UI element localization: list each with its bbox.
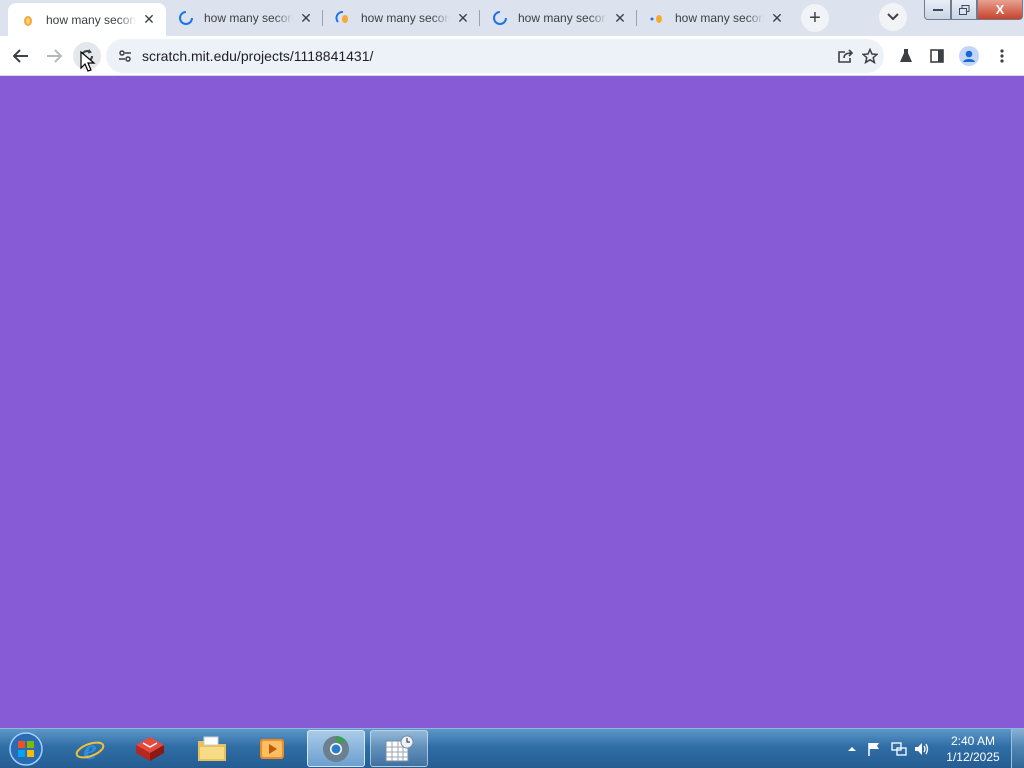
chevron-up-icon [848,747,856,751]
arrow-right-icon [47,49,62,63]
internet-explorer-icon: e [75,734,105,764]
arrow-left-icon [13,49,28,63]
more-vert-icon [1000,49,1004,63]
calendar-icon [385,735,414,761]
folder-icon [198,736,226,761]
restore-icon [958,4,969,15]
new-tab-button[interactable]: + [801,4,829,32]
forward-button[interactable] [40,42,68,70]
taskbar: e 2:40 AM 1/12/2025 [0,728,1024,768]
tab-close-icon[interactable]: ✕ [768,9,786,27]
tab-title: how many seconds [518,11,607,25]
share-icon[interactable] [834,45,858,67]
tab-2[interactable]: how many seconds ✕ [166,3,323,33]
tab-title: how many seconds [46,12,136,27]
address-bar[interactable]: scratch.mit.edu/projects/1118841431/ [106,39,884,73]
show-hidden-icons-button[interactable] [844,741,860,757]
side-panel-button[interactable] [923,42,951,70]
show-desktop-button[interactable] [1011,729,1024,768]
minimize-button[interactable] [924,0,951,20]
red-cube-app-icon [136,736,164,761]
scratch-cat-icon [649,10,665,26]
windows-orb-icon [9,732,43,766]
avatar-icon [959,46,979,66]
tab-close-icon[interactable]: ✕ [611,9,629,27]
volume-icon[interactable] [914,741,930,757]
chrome-icon [323,735,349,762]
minimize-icon [932,8,943,11]
tab-strip: how many seconds ✕ how many seconds ✕ ho… [0,0,1024,36]
tab-5[interactable]: how many seconds ✕ [637,3,794,33]
scratch-loading-icon [335,10,351,26]
taskbar-app-red-cube[interactable] [121,730,179,767]
action-center-icon[interactable] [866,741,882,757]
tab-1[interactable]: how many seconds ✕ [8,3,166,36]
tab-title: how many seconds [204,11,293,25]
svg-text:e: e [83,734,96,764]
tab-4[interactable]: how many seconds ✕ [480,3,637,33]
bookmark-star-icon[interactable] [858,45,882,67]
tab-close-icon[interactable]: ✕ [297,9,315,27]
tab-close-icon[interactable]: ✕ [454,9,472,27]
page-content[interactable] [0,77,1024,728]
google-loading-icon [492,10,508,26]
tab-search-button[interactable] [879,3,907,31]
taskbar-media-player[interactable] [243,730,301,767]
scratch-cat-icon [20,12,36,28]
taskbar-chrome[interactable] [307,730,365,767]
close-window-button[interactable]: X [977,0,1023,20]
profile-button[interactable] [955,42,983,70]
google-loading-icon [178,10,194,26]
labs-button[interactable] [892,42,920,70]
taskbar-internet-explorer[interactable]: e [61,730,119,767]
site-settings-icon[interactable] [116,47,134,65]
browser-toolbar: scratch.mit.edu/projects/1118841431/ [0,36,1024,76]
taskbar-calendar-app[interactable] [370,730,428,767]
clock-date: 1/12/2025 [946,750,1000,764]
chevron-down-icon [887,13,899,21]
side-panel-icon [930,49,944,63]
mouse-cursor-icon [80,51,96,72]
tab-3[interactable]: how many seconds ✕ [323,3,480,33]
media-player-icon [260,738,284,759]
network-icon[interactable] [891,741,907,757]
address-url: scratch.mit.edu/projects/1118841431/ [142,48,374,64]
menu-button[interactable] [988,42,1016,70]
start-button[interactable] [6,731,46,767]
restore-button[interactable] [951,0,977,20]
tab-title: how many seconds [361,11,450,25]
tab-title: how many seconds [675,11,764,25]
system-clock[interactable]: 2:40 AM 1/12/2025 [936,733,1010,765]
tab-close-icon[interactable]: ✕ [140,11,158,29]
back-button[interactable] [7,42,35,70]
flask-icon [900,49,912,62]
clock-time: 2:40 AM [950,734,996,748]
taskbar-file-explorer[interactable] [183,730,241,767]
